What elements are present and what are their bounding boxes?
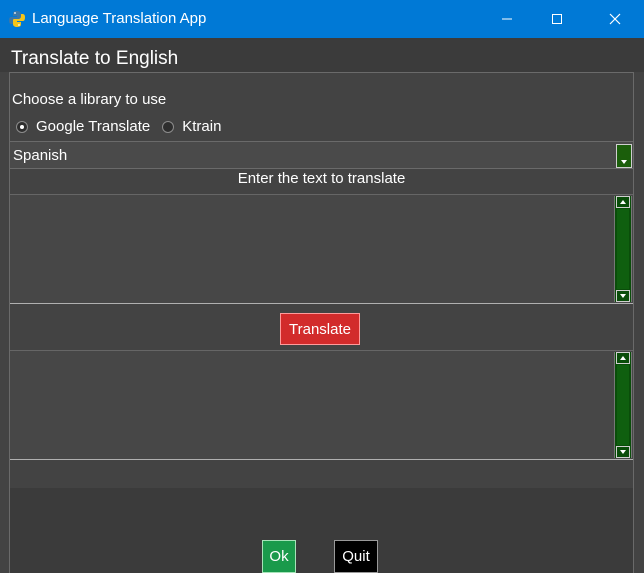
scrollbar-track[interactable] [617,209,629,289]
language-select-value: Spanish [13,147,68,164]
radio-label-ktrain[interactable]: Ktrain [182,118,221,135]
output-scrollbar[interactable] [614,352,632,458]
scroll-up-icon[interactable] [616,352,630,364]
window-title: Language Translation App [32,10,207,27]
translate-frame: Choose a library to use Google Translate… [9,72,634,573]
library-radio-group: Google Translate Ktrain [16,118,233,135]
output-textarea[interactable] [10,350,633,460]
title-bar[interactable]: Language Translation App [0,0,644,38]
minimize-button[interactable] [484,0,530,38]
choose-library-label: Choose a library to use [12,91,167,108]
input-textarea[interactable] [10,194,633,304]
input-scrollbar[interactable] [614,196,632,302]
radio-ktrain[interactable] [162,120,175,133]
scroll-up-icon[interactable] [616,196,630,208]
chevron-down-icon[interactable] [616,144,632,168]
scroll-down-icon[interactable] [616,290,630,302]
header-row: Translate to English [0,38,644,72]
button-bar [10,488,633,573]
close-icon [609,13,621,25]
radio-google-translate[interactable] [16,120,28,133]
translate-button[interactable]: Translate [280,313,360,345]
radio-label-google-translate[interactable]: Google Translate [36,118,150,135]
scrollbar-track[interactable] [617,365,629,445]
client-area: Translate to English Choose a library to… [0,38,644,573]
scroll-down-icon[interactable] [616,446,630,458]
input-label: Enter the text to translate [237,170,406,187]
ok-button[interactable]: Ok [262,540,296,573]
close-button[interactable] [592,0,638,38]
minimize-icon [502,18,512,20]
maximize-button[interactable] [534,0,580,38]
frame-title: Translate to English [11,48,179,69]
maximize-icon [552,14,562,24]
language-select[interactable]: Spanish [10,141,633,169]
python-icon [8,10,26,28]
quit-button[interactable]: Quit [334,540,378,573]
